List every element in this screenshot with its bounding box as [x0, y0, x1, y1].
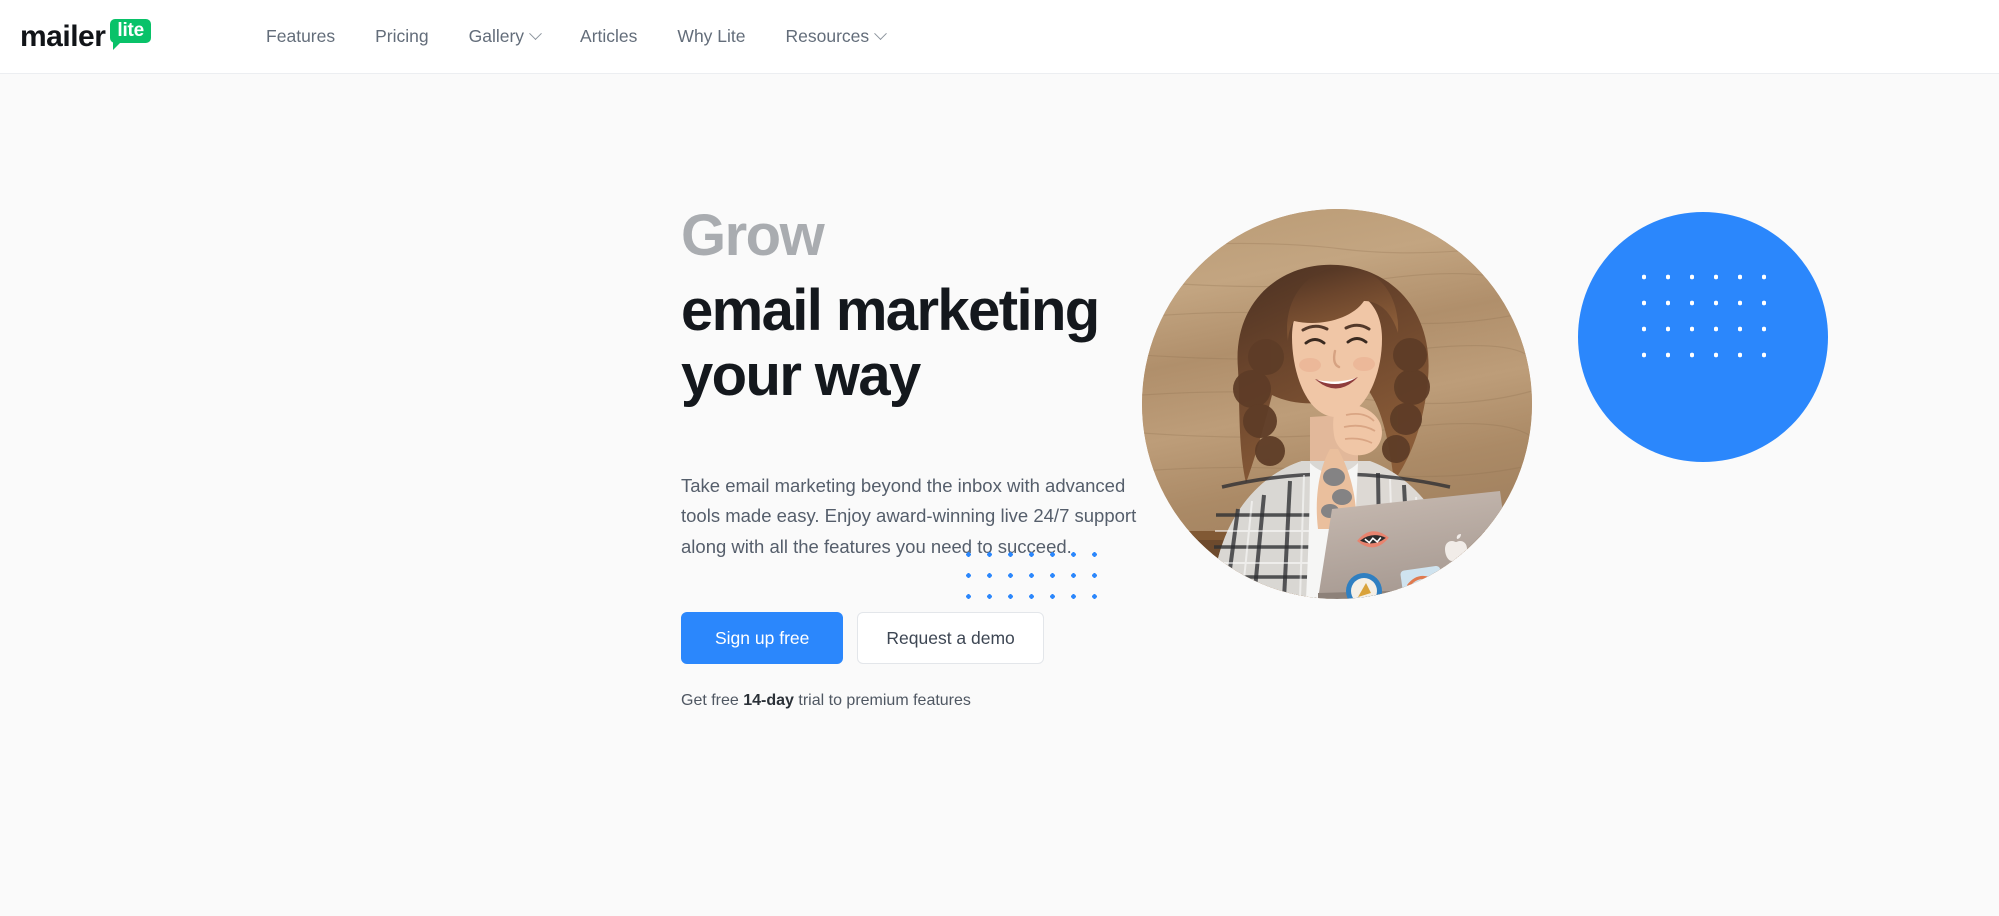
chevron-down-icon [874, 27, 888, 41]
nav-item-features[interactable]: Features [246, 20, 355, 53]
nav-item-articles[interactable]: Articles [560, 20, 657, 53]
hero-cta-row: Sign up free Request a demo [681, 612, 1151, 665]
trial-emphasis: 14-day [743, 692, 794, 710]
woman-at-laptop-photo: Love My Job [1142, 209, 1532, 599]
hero-eyebrow: Grow [681, 203, 825, 268]
logo-text-mailer: mailer [20, 19, 106, 53]
logo[interactable]: mailer lite [20, 17, 152, 57]
trial-note: Get free 14-day trial to premium feature… [681, 692, 1151, 710]
logo-text-lite: lite [110, 18, 152, 43]
nav-label-gallery: Gallery [468, 26, 525, 46]
site-header: mailer lite Features Pricing Gallery Art… [0, 0, 1999, 74]
chevron-down-icon [529, 27, 542, 41]
nav-item-pricing[interactable]: Pricing [355, 20, 449, 53]
trial-suffix: trial to premium features [793, 692, 971, 710]
nav-label-features: Features [266, 26, 336, 46]
nav-label-articles: Articles [580, 26, 638, 46]
nav-item-resources[interactable]: Resources [766, 20, 906, 53]
nav-label-pricing: Pricing [375, 26, 429, 46]
headline-line-1: email marketing [681, 277, 1100, 343]
svg-text:My Job: My Job [1427, 592, 1475, 599]
hero-section: Grow email marketing your way Take email… [0, 74, 1999, 916]
page-title: email marketing your way [681, 277, 1151, 409]
hero-photo: Love My Job [1142, 209, 1532, 599]
sign-up-free-button[interactable]: Sign up free [681, 612, 844, 665]
nav-label-resources: Resources [785, 26, 870, 46]
hero-copy-block: Grow email marketing your way Take email… [681, 203, 1151, 710]
nav-item-why-lite[interactable]: Why Lite [657, 20, 765, 53]
nav-label-why-lite: Why Lite [677, 26, 746, 46]
hero-visual: Love My Job [958, 174, 1999, 894]
request-demo-button[interactable]: Request a demo [857, 612, 1044, 665]
trial-prefix: Get free [681, 692, 744, 710]
speech-bubble-tail-icon [113, 40, 123, 50]
svg-text:Love: Love [1423, 580, 1455, 599]
headline-line-2: your way [681, 342, 921, 408]
nav-item-gallery[interactable]: Gallery [449, 20, 560, 53]
logo-badge-lite: lite [110, 18, 152, 50]
white-dot-pattern [1632, 264, 1782, 374]
blue-dot-pattern [958, 544, 1098, 608]
main-navigation: Features Pricing Gallery Articles Why Li… [246, 20, 905, 53]
